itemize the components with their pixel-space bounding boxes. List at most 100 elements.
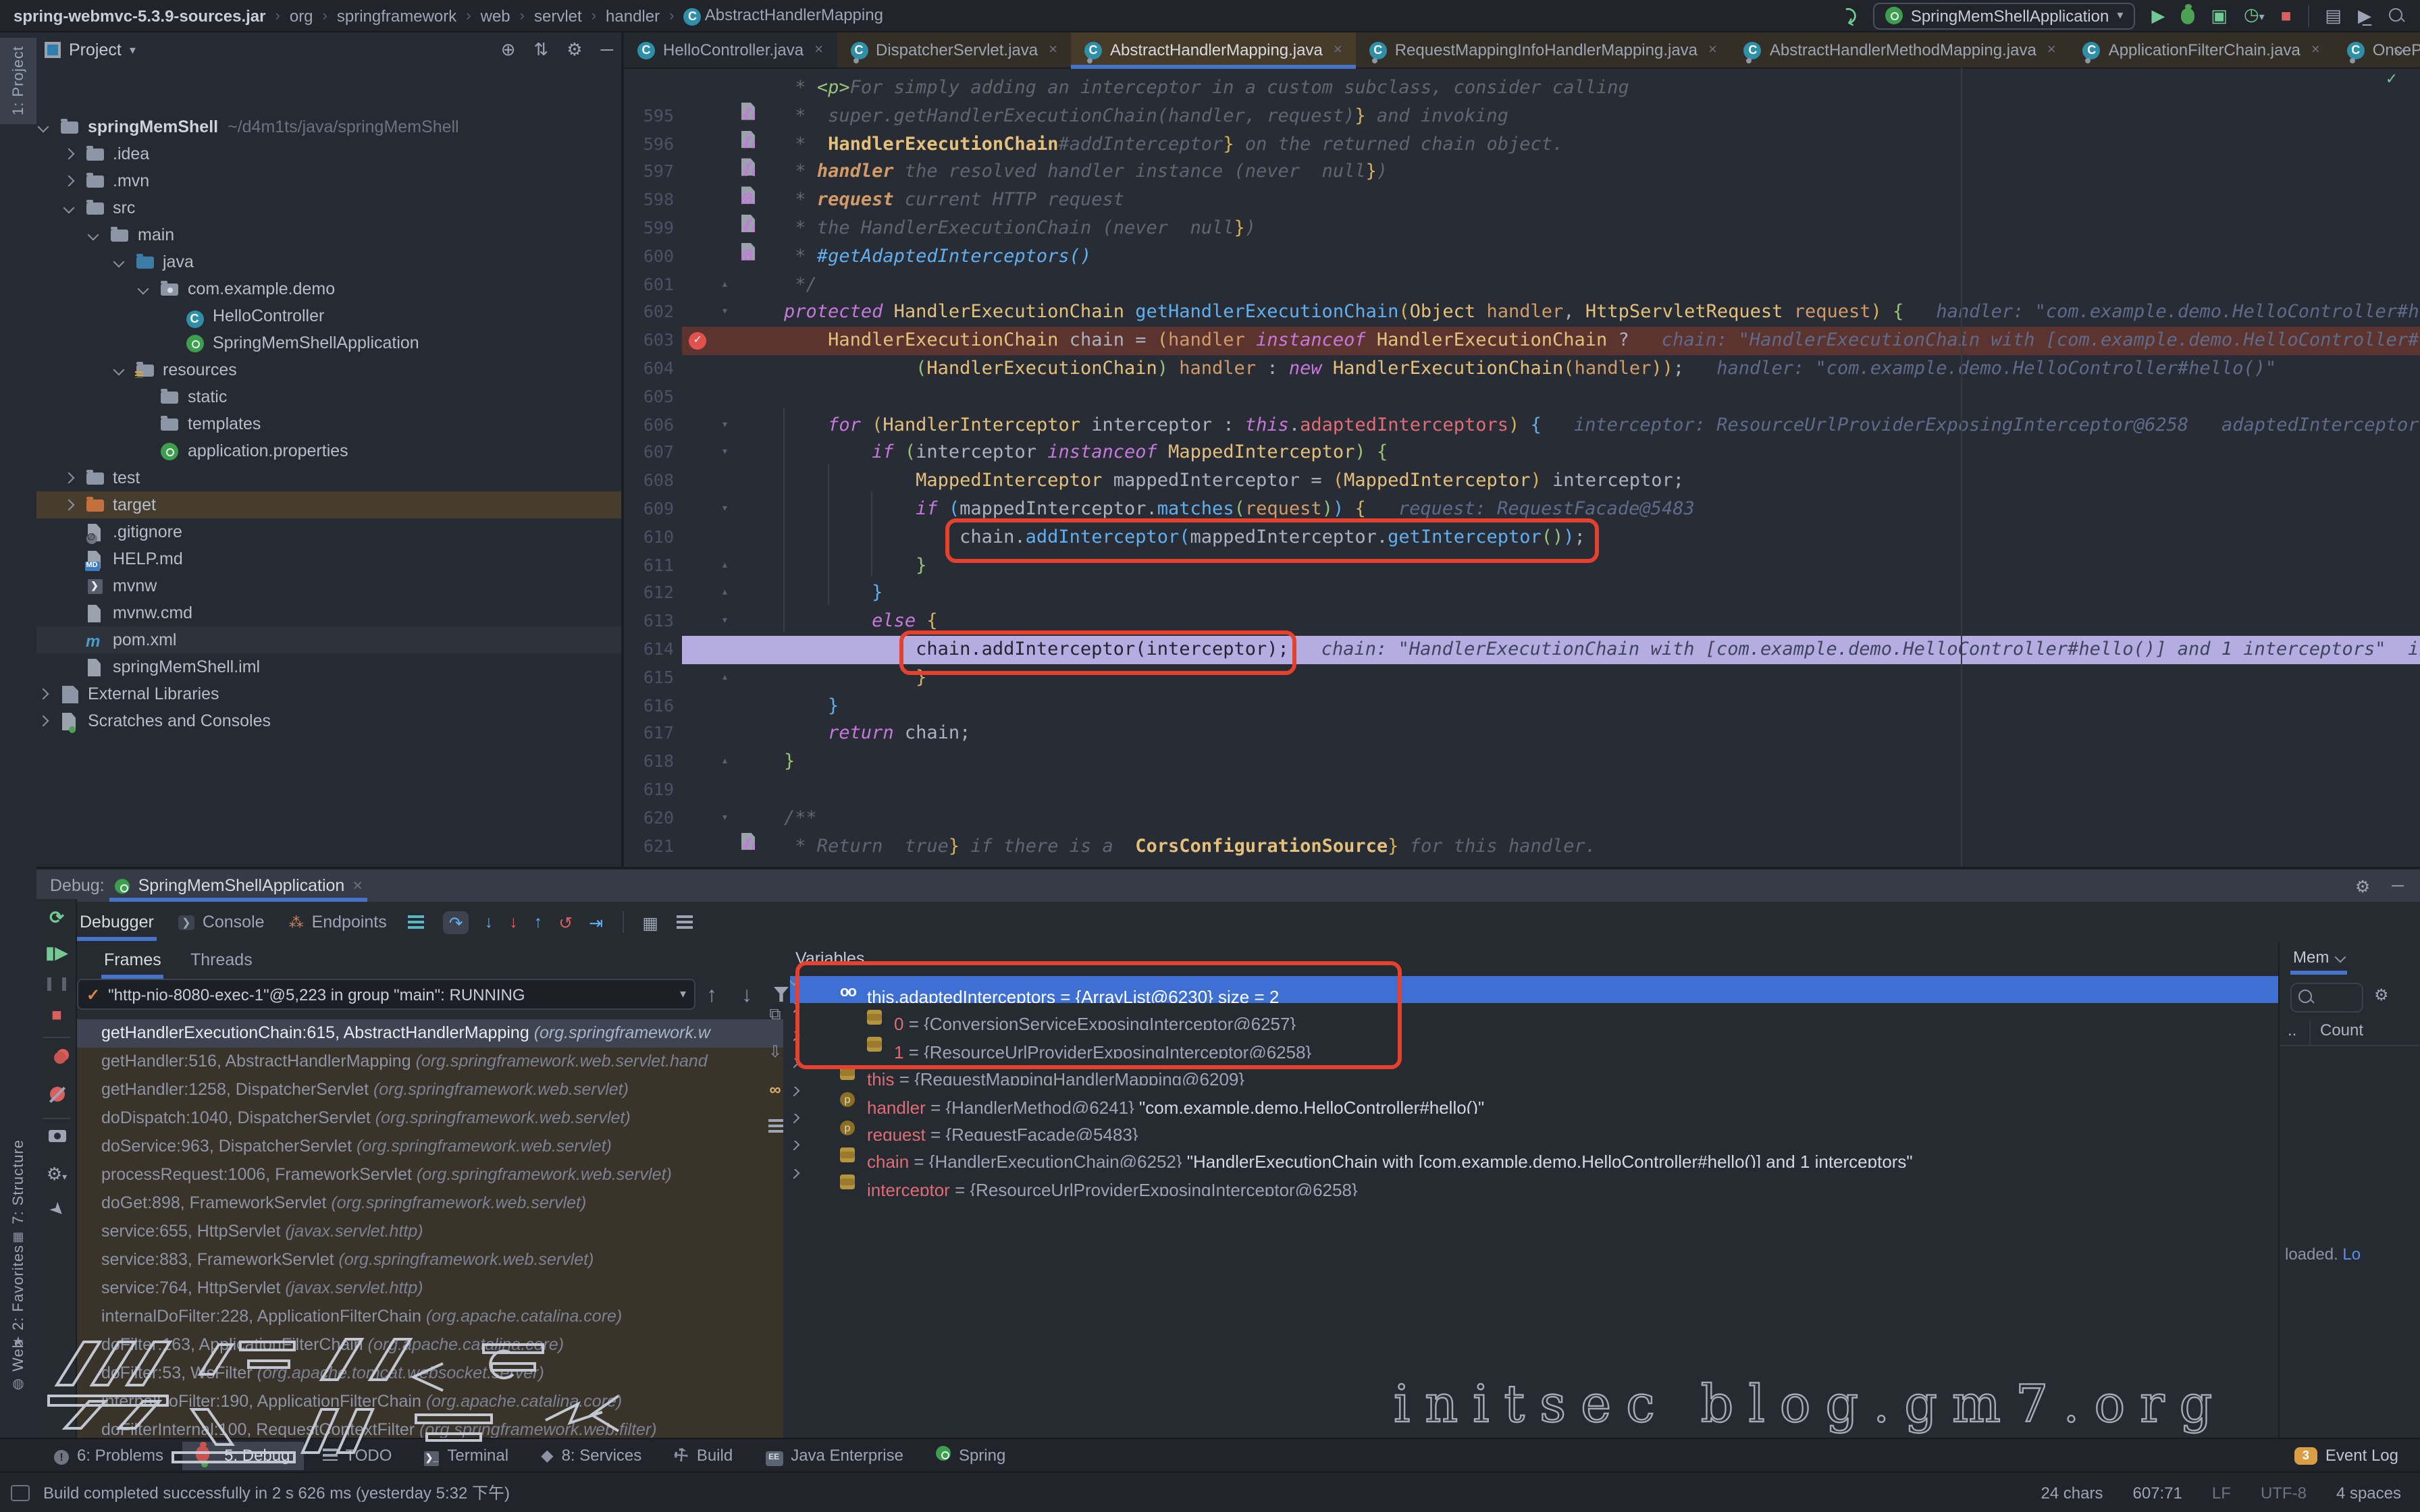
editor-line[interactable]: 617 } [624, 692, 2420, 720]
editor-line[interactable]: 619▴ } [624, 748, 2420, 776]
pin-icon[interactable]: ➤ [36, 1199, 77, 1220]
tree-item[interactable]: target [36, 491, 624, 518]
stack-frame-row[interactable]: doGet:898, FrameworkServlet (org.springf… [77, 1189, 783, 1218]
stack-frame-row[interactable]: doService:963, DispatcherServlet (org.sp… [77, 1133, 783, 1161]
tree-item[interactable]: ❯mvnw [36, 572, 624, 599]
fold-marker-icon[interactable]: ▴ [721, 664, 729, 692]
tree-item[interactable]: springMemShell~/d4m1ts/java/springMemShe… [36, 113, 624, 140]
tree-item[interactable]: springMemShell.iml [36, 653, 624, 680]
tab-debugger[interactable]: Debugger [77, 907, 157, 937]
editor-tab[interactable]: C ApplicationFilterChain.java× [2070, 32, 2334, 68]
collapse-all-icon[interactable]: ⇅ [534, 39, 549, 59]
pause-icon[interactable] [36, 975, 77, 995]
fold-marker-icon[interactable]: ▴ [721, 580, 729, 608]
breadcrumb[interactable]: spring-webmvc-5.3.9-sources.jar›org›spri… [14, 5, 883, 26]
stack-frame-row[interactable]: service:764, HttpServlet (javax.servlet.… [77, 1274, 783, 1303]
tree-chevron-icon[interactable] [114, 366, 122, 374]
tool-window-button-build[interactable]: ⚒Build [660, 1442, 746, 1469]
status-widget[interactable]: LF [2212, 1483, 2231, 1502]
thread-dump-camera-icon[interactable] [36, 1126, 77, 1146]
event-log-button[interactable]: 3 Event Log [2294, 1446, 2420, 1465]
variable-row[interactable]: p request = {RequestFacade@5483} [790, 1114, 2278, 1141]
evaluate-expression-icon[interactable]: ▦ [642, 912, 658, 932]
editor-line[interactable]: 602▴ */ [624, 271, 2420, 299]
tree-chevron-icon[interactable] [790, 1169, 2278, 1177]
tab-frames[interactable]: Frames [101, 945, 164, 975]
tree-item[interactable]: static [36, 383, 624, 410]
editor-line[interactable]: 621▾ /** [624, 804, 2420, 832]
editor-line[interactable]: 614▾ else { [624, 608, 2420, 636]
hide-panel-icon[interactable]: ─ [601, 39, 613, 59]
breadcrumb-segment[interactable]: C AbstractHandlerMapping [683, 5, 883, 26]
tree-chevron-icon[interactable] [139, 285, 147, 293]
tree-item[interactable]: templates [36, 410, 624, 437]
debug-session-tab[interactable]: SpringMemShellApplication × [105, 869, 373, 902]
tab-memory[interactable]: Mem [2290, 942, 2346, 972]
sidebar-item-favorites[interactable]: 2: Favorites★ [0, 1245, 36, 1351]
memory-search-input[interactable] [2290, 983, 2363, 1013]
tree-item[interactable]: main [36, 221, 624, 248]
editor-line[interactable]: 613▴ } [624, 580, 2420, 608]
run-config-selector[interactable]: SpringMemShellApplication ▾ [1873, 2, 2136, 29]
editor-tab[interactable]: C DispatcherServlet.java× [837, 32, 1071, 68]
inspections-status-icon[interactable]: ✓ [2382, 70, 2401, 89]
prev-frame-icon[interactable]: ↑ [706, 984, 717, 1008]
tree-item[interactable]: SpringMemShellApplication [36, 329, 624, 356]
tree-item[interactable]: .idea [36, 140, 624, 167]
tree-item[interactable]: mpom.xml [36, 626, 624, 653]
tool-window-button-spring[interactable]: Spring [922, 1442, 1019, 1469]
force-step-into-icon[interactable]: ↓ [509, 913, 518, 932]
window-layout-icon[interactable] [11, 1484, 30, 1501]
search-icon[interactable] [2388, 6, 2406, 25]
tree-item[interactable]: MDHELP.md [36, 545, 624, 572]
hidden-tabs-chevron-icon[interactable] [2396, 45, 2404, 53]
tree-chevron-icon[interactable] [89, 231, 97, 239]
editor-line[interactable]: 620 [624, 776, 2420, 805]
tree-chevron-icon[interactable] [39, 123, 47, 131]
tree-item[interactable]: .mvn [36, 167, 624, 194]
mute-breakpoints-icon[interactable] [36, 1085, 77, 1106]
locate-file-icon[interactable]: ⊕ [501, 39, 516, 59]
editor-line[interactable]: 600 * @return the HandlerExecutionChain … [624, 215, 2420, 243]
build-icon[interactable]: ⤸ [1844, 5, 1859, 26]
rerun-icon[interactable]: ⟳ [36, 907, 77, 929]
drop-frame-icon[interactable]: ↺ [558, 912, 573, 932]
watches-icon[interactable]: ∞ [760, 1080, 790, 1118]
breadcrumb-segment[interactable]: org [290, 6, 313, 25]
gear-icon[interactable]: ⚙ [2355, 875, 2370, 896]
tree-chevron-icon[interactable] [39, 690, 47, 698]
status-widget[interactable]: 24 chars [2041, 1483, 2103, 1502]
status-widget[interactable]: 4 spaces [2336, 1483, 2401, 1502]
run-button[interactable]: ▶ [2151, 6, 2165, 25]
tree-item[interactable]: Scratches and Consoles [36, 707, 624, 734]
fold-marker-icon[interactable]: ▾ [721, 804, 729, 832]
code-area[interactable]: 595 * <p>For simply adding an intercepto… [624, 68, 2420, 867]
tool-window-button-javaee[interactable]: EEJava Enterprise [752, 1440, 917, 1470]
tree-item[interactable]: test [36, 464, 624, 491]
status-widget[interactable]: UTF-8 [2261, 1483, 2307, 1502]
fold-marker-icon[interactable]: ▴ [721, 551, 729, 580]
editor-tab[interactable]: C OncePerR× [2334, 32, 2420, 68]
editor-line[interactable]: 598 * @param handler the resolved handle… [624, 159, 2420, 187]
thread-selector[interactable]: ✓ "http-nio-8080-exec-1"@5,223 in group … [77, 979, 695, 1010]
show-execution-point-icon[interactable] [409, 915, 425, 929]
breadcrumb-segment[interactable]: springframework [337, 6, 456, 25]
tree-item[interactable]: resources [36, 356, 624, 383]
load-classes-link[interactable]: Lo [2342, 1245, 2361, 1264]
editor-line[interactable]: 604✓ HandlerExecutionChain chain = (hand… [624, 327, 2420, 355]
stack-frame-row[interactable]: doDispatch:1040, DispatcherServlet (org.… [77, 1104, 783, 1133]
editor-tab[interactable]: C AbstractHandlerMethodMapping.java× [1731, 32, 2070, 68]
editor-line[interactable]: 597 * {@link HandlerExecutionChain#addIn… [624, 130, 2420, 159]
editor-line[interactable]: 599 * @param request current HTTP reques… [624, 186, 2420, 215]
fold-marker-icon[interactable]: ▾ [721, 608, 729, 636]
next-frame-icon[interactable]: ↓ [741, 984, 752, 1008]
breadcrumb-segment[interactable]: web [481, 6, 510, 25]
fold-marker-icon[interactable]: ▴ [721, 748, 729, 776]
editor-line[interactable]: 618 return chain; [624, 720, 2420, 749]
tool-windows-icon[interactable]: ▤ [2325, 6, 2342, 25]
project-panel-title[interactable]: Project [69, 40, 122, 59]
gear-icon[interactable]: ⚙ [2374, 986, 2389, 1004]
layout-settings-icon[interactable] [677, 915, 693, 929]
editor-line[interactable]: 608▾ if (interceptor instanceof MappedIn… [624, 439, 2420, 468]
editor-tab[interactable]: C AbstractHandlerMapping.java× [1071, 32, 1356, 68]
